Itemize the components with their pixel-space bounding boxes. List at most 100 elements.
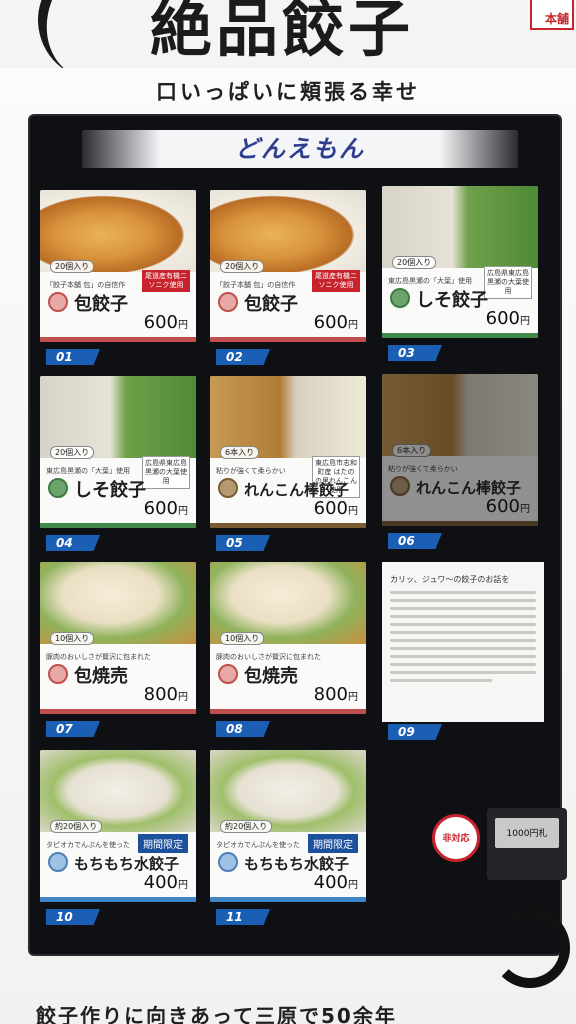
color-stripe: [40, 337, 196, 342]
product-card: 約20個入り 期間限定 タピオカでんぷんを使った もちもち水餃子 400円: [210, 750, 366, 902]
vending-machine-photo: 絶品餃子 本舗 口いっぱいに頬張る幸せ どんえもん 20個入り 尾道産有機ニソニ…: [0, 0, 576, 1024]
product-slot-01[interactable]: 20個入り 尾道産有機ニソニク使用 「餃子本舗 包」の自信作 包餃子 600円 …: [40, 190, 196, 370]
count-badge: 20個入り: [392, 256, 437, 269]
color-stripe: [210, 897, 366, 902]
store-sign: 絶品餃子 本舗: [0, 0, 576, 68]
count-badge: 10個入り: [220, 632, 265, 645]
product-name: しそ餃子: [74, 480, 146, 501]
product-name: れんこん棒餃子: [416, 479, 522, 497]
product-slot-02[interactable]: 20個入り 尾道産有機ニソニク使用 「餃子本舗 包」の自信作 包餃子 600円 …: [210, 190, 366, 370]
product-subtitle: タピオカでんぷんを使った: [216, 841, 300, 849]
bill-acceptor[interactable]: 1000円札: [487, 808, 567, 880]
color-stripe: [210, 337, 366, 342]
count-badge: 約20個入り: [220, 820, 273, 833]
product-card: 20個入り 広島県東広島 黒瀬の大葉使用 東広島黒瀬の「大葉」使用 しそ餃子 6…: [40, 376, 196, 528]
product-subtitle: タピオカでんぷんを使った: [46, 841, 130, 849]
count-badge: 20個入り: [50, 260, 95, 273]
product-name: 包餃子: [74, 294, 128, 315]
product-name: れんこん棒餃子: [244, 481, 350, 499]
slot-number: 06: [388, 533, 442, 549]
non-supported-sticker: 非対応: [432, 814, 480, 862]
product-price: 600円: [313, 312, 358, 333]
bun-icon: [218, 664, 238, 684]
product-card: 20個入り 広島県東広島 黒瀬の大葉使用 東広島黒瀬の「大葉」使用 しそ餃子 6…: [382, 186, 538, 338]
color-stripe: [210, 523, 366, 528]
product-card: 6本入り 東広島市志和町産 はたのの里れんこん使用 粘りが強くて柔らかい れんこ…: [210, 376, 366, 528]
slot-number: 08: [216, 721, 270, 737]
slot-number: 10: [46, 909, 100, 925]
bun-icon: [218, 292, 238, 312]
product-price: 600円: [313, 498, 358, 519]
product-card: 6本入り 粘りが強くて柔らかい れんこん棒餃子 600円: [382, 374, 538, 526]
product-subtitle: 東広島黒瀬の「大葉」使用: [388, 277, 472, 285]
count-badge: 約20個入り: [50, 820, 103, 833]
display-panel: どんえもん 20個入り 尾道産有機ニソニク使用 「餃子本舗 包」の自信作 包餃子…: [30, 116, 560, 954]
slot-number: 07: [46, 721, 100, 737]
product-name: もちもち水餃子: [74, 855, 180, 873]
product-price: 400円: [313, 872, 358, 893]
machine-body: 口いっぱいに頬張る幸せ どんえもん 20個入り 尾道産有機ニソニク使用 「餃子本…: [0, 68, 576, 1024]
color-stripe: [382, 521, 538, 526]
product-price: 800円: [143, 684, 188, 705]
notice-title: カリッ、ジュワ〜の餃子のお話を: [390, 575, 510, 584]
product-slot-10[interactable]: 約20個入り 期間限定 タピオカでんぷんを使った もちもち水餃子 400円 10: [40, 750, 196, 930]
product-price: 600円: [143, 312, 188, 333]
bowl-icon: [218, 852, 238, 872]
brand-logo: どんえもん: [235, 135, 365, 163]
product-card: 20個入り 尾道産有機ニソニク使用 「餃子本舗 包」の自信作 包餃子 600円: [40, 190, 196, 342]
color-stripe: [40, 523, 196, 528]
product-slot-11[interactable]: 約20個入り 期間限定 タピオカでんぷんを使った もちもち水餃子 400円 11: [210, 750, 366, 930]
leaf-icon: [48, 478, 68, 498]
lotus-icon: [218, 478, 238, 498]
bun-icon: [48, 664, 68, 684]
product-subtitle: 豚肉のおいしさが贅沢に包まれた: [46, 653, 151, 661]
product-price: 600円: [143, 498, 188, 519]
slot-number: 05: [216, 535, 270, 551]
lotus-icon: [390, 476, 410, 496]
product-slot-06[interactable]: 6本入り 粘りが強くて柔らかい れんこん棒餃子 600円 06: [382, 374, 538, 554]
product-subtitle: 「餃子本舗 包」の自信作: [216, 281, 296, 289]
bowl-icon: [48, 852, 68, 872]
count-badge: 20個入り: [220, 260, 265, 273]
product-name: もちもち水餃子: [244, 855, 350, 873]
product-price: 400円: [143, 872, 188, 893]
slot-number: 03: [388, 345, 442, 361]
product-subtitle: 粘りが強くて柔らかい: [216, 467, 286, 475]
product-slot-08[interactable]: 10個入り 豚肉のおいしさが贅沢に包まれた 包焼売 800円 08: [210, 562, 366, 742]
color-stripe: [40, 897, 196, 902]
count-badge: 10個入り: [50, 632, 95, 645]
brand-strip: どんえもん: [82, 130, 518, 168]
product-card: 10個入り 豚肉のおいしさが贅沢に包まれた 包焼売 800円: [210, 562, 366, 714]
product-name: 包餃子: [244, 294, 298, 315]
slot-number: 11: [216, 909, 270, 925]
sign-stamp: 本舗: [530, 0, 574, 30]
product-slot-04[interactable]: 20個入り 広島県東広島 黒瀬の大葉使用 東広島黒瀬の「大葉」使用 しそ餃子 6…: [40, 376, 196, 556]
slot-number: 02: [216, 349, 270, 365]
slogan-bottom: 餃子作りに向きあって三原で50余年: [36, 1004, 397, 1024]
product-slot-05[interactable]: 6本入り 東広島市志和町産 はたのの里れんこん使用 粘りが強くて柔らかい れんこ…: [210, 376, 366, 556]
product-price: 600円: [485, 496, 530, 517]
sign-title: 絶品餃子: [150, 0, 415, 65]
count-badge: 6本入り: [220, 446, 260, 459]
slot-number: 01: [46, 349, 100, 365]
product-card: 20個入り 尾道産有機ニソニク使用 「餃子本舗 包」の自信作 包餃子 600円: [210, 190, 366, 342]
product-slot-07[interactable]: 10個入り 豚肉のおいしさが贅沢に包まれた 包焼売 800円 07: [40, 562, 196, 742]
product-slot-09[interactable]: カリッ、ジュワ〜の餃子のお話を 09: [382, 562, 544, 742]
product-price: 600円: [485, 308, 530, 329]
product-subtitle: 粘りが強くて柔らかい: [388, 465, 458, 473]
product-name: 包焼売: [74, 666, 128, 687]
product-price: 800円: [313, 684, 358, 705]
color-stripe: [40, 709, 196, 714]
product-subtitle: 東広島黒瀬の「大葉」使用: [46, 467, 130, 475]
count-badge: 6本入り: [392, 444, 432, 457]
leaf-icon: [390, 288, 410, 308]
product-card: 約20個入り 期間限定 タピオカでんぷんを使った もちもち水餃子 400円: [40, 750, 196, 902]
color-stripe: [210, 709, 366, 714]
notice-card: カリッ、ジュワ〜の餃子のお話を: [382, 562, 544, 722]
color-stripe: [382, 333, 538, 338]
product-slot-03[interactable]: 20個入り 広島県東広島 黒瀬の大葉使用 東広島黒瀬の「大葉」使用 しそ餃子 6…: [382, 186, 538, 366]
product-subtitle: 豚肉のおいしさが贅沢に包まれた: [216, 653, 321, 661]
product-card: 10個入り 豚肉のおいしさが贅沢に包まれた 包焼売 800円: [40, 562, 196, 714]
product-name: しそ餃子: [416, 290, 488, 311]
count-badge: 20個入り: [50, 446, 95, 459]
